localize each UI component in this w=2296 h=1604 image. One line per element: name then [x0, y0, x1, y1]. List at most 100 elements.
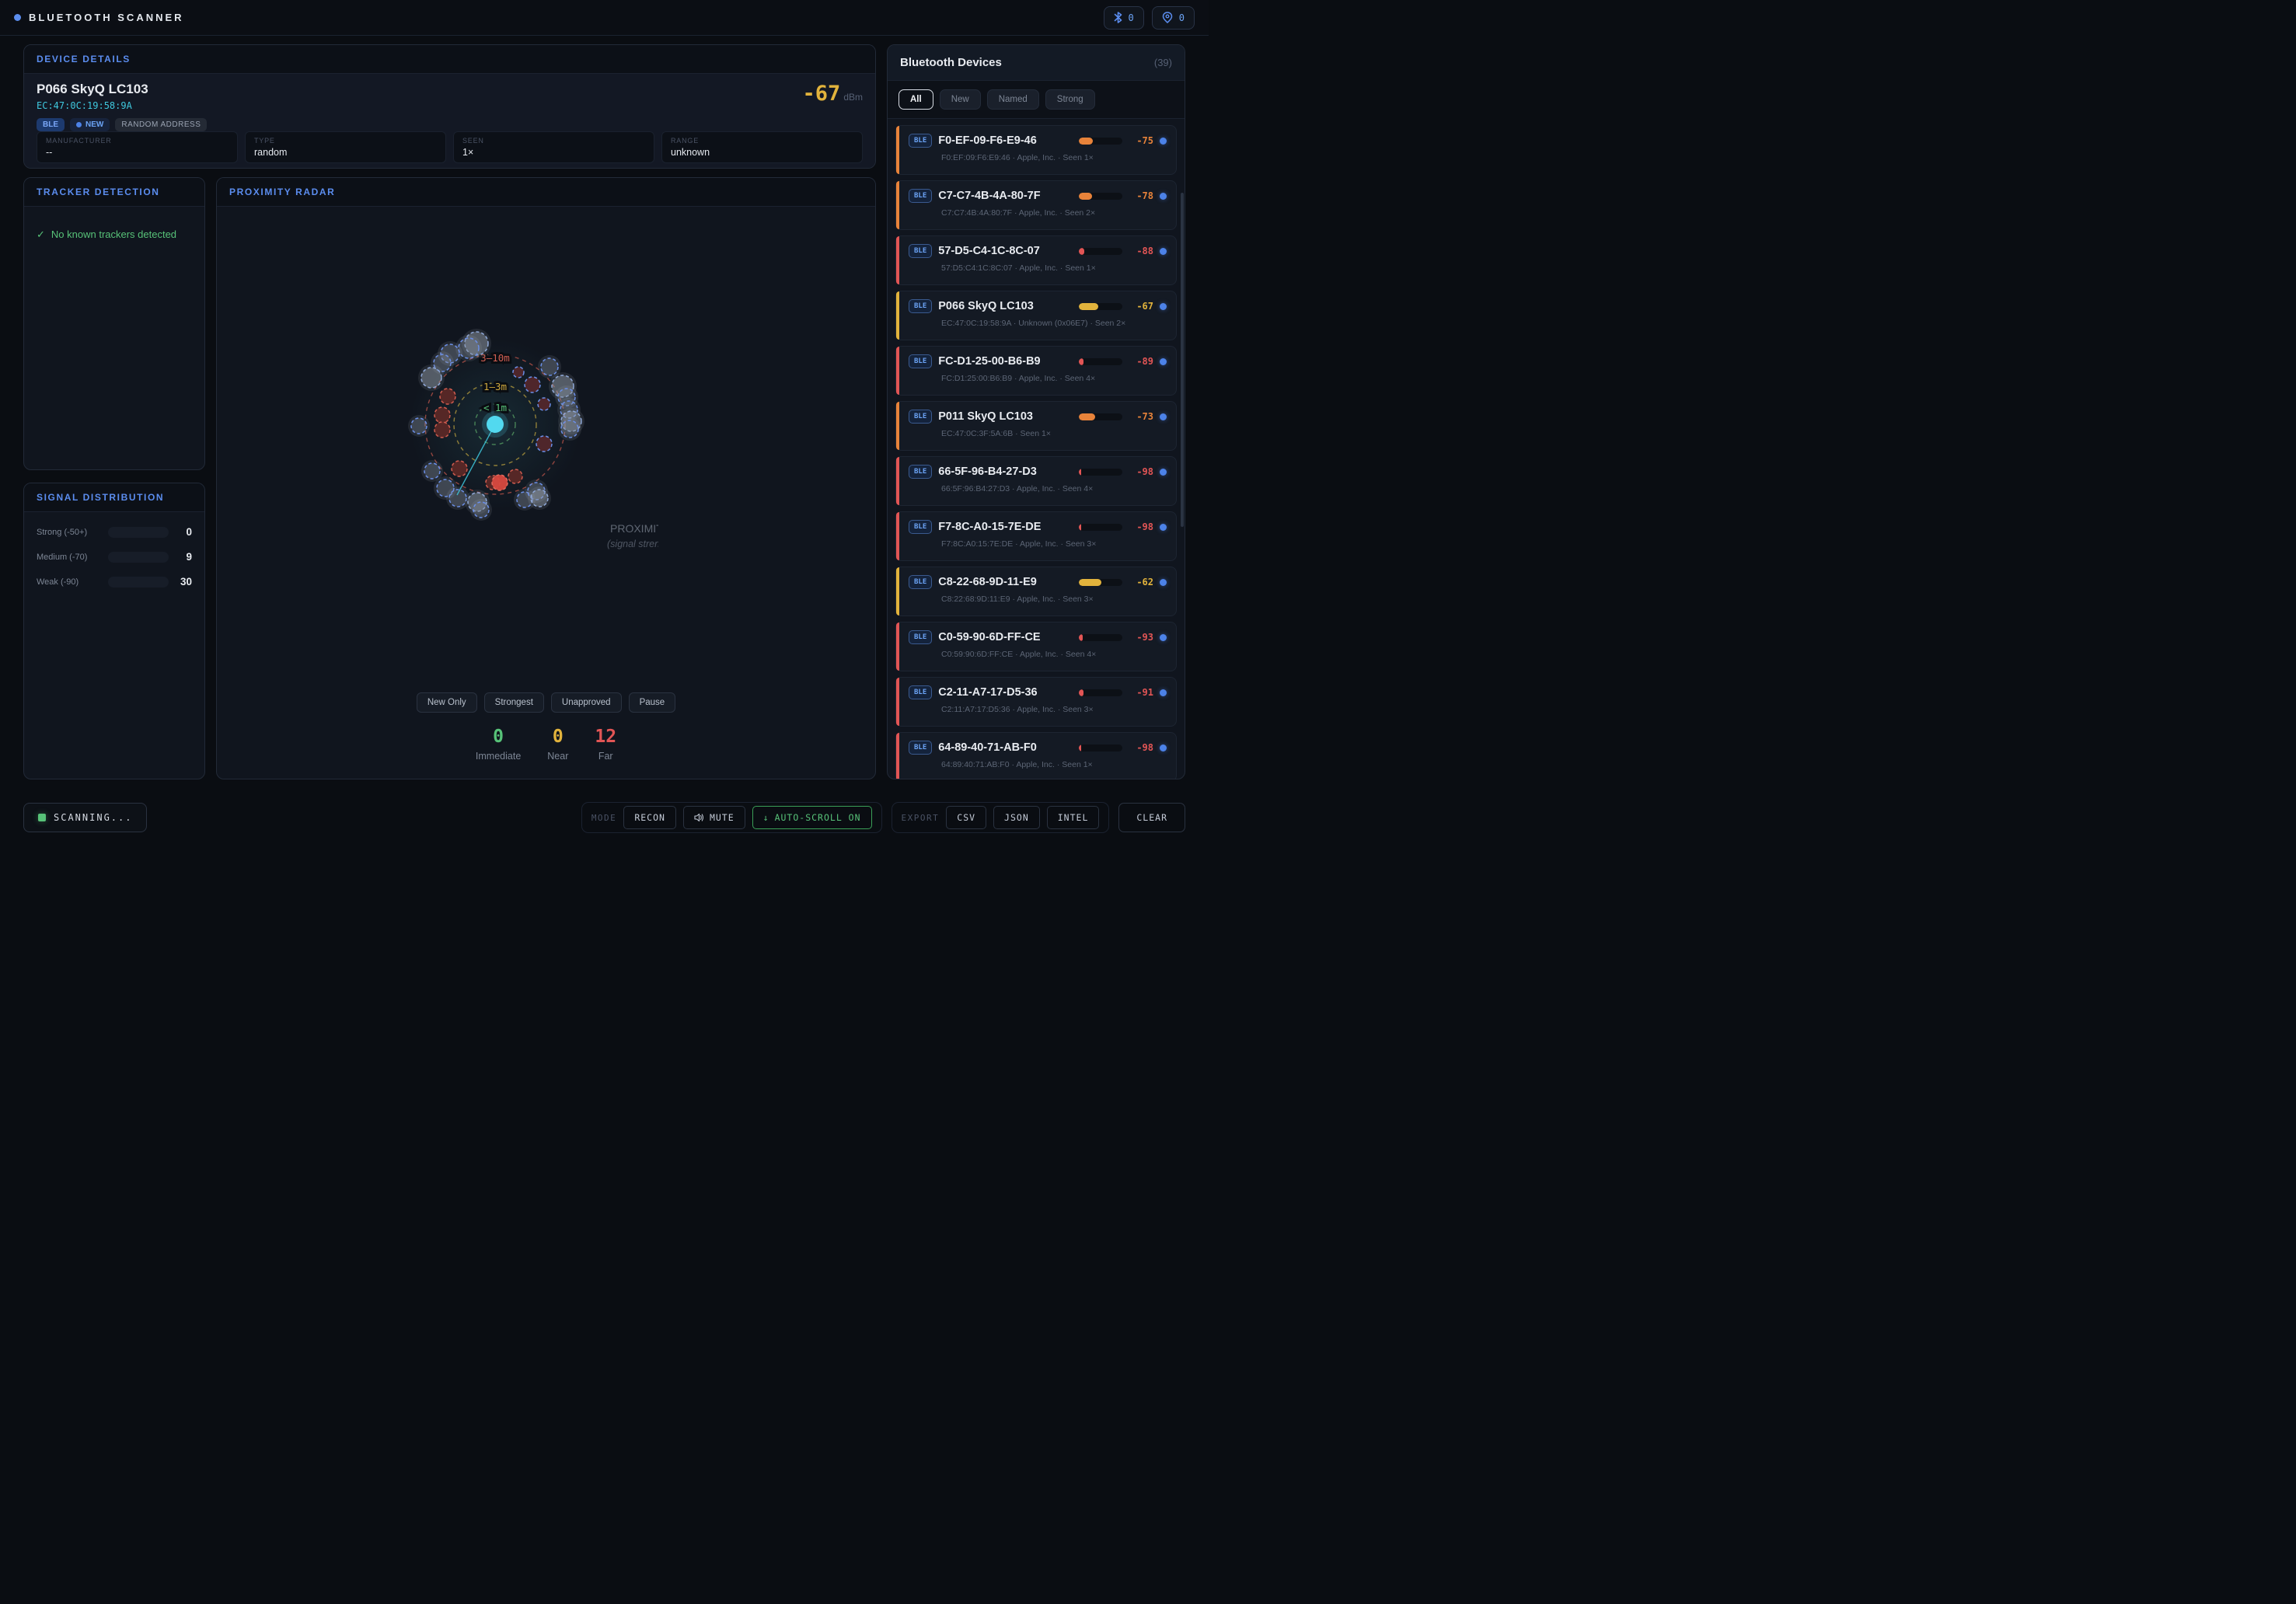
- proximity-radar-title: PROXIMITY RADAR: [217, 178, 875, 207]
- count-value: 0: [547, 727, 568, 747]
- export-label: EXPORT: [902, 813, 940, 823]
- radar-device-dot[interactable]: [449, 490, 466, 507]
- device-list-item[interactable]: BLEF7-8C-A0-15-7E-DE-98F7:8C:A0:15:7E:DE…: [895, 511, 1177, 561]
- radar-device-dot[interactable]: [452, 461, 467, 476]
- tab-strong[interactable]: Strong: [1045, 89, 1095, 110]
- radar-device-dot[interactable]: [411, 418, 427, 434]
- tab-all[interactable]: All: [899, 89, 933, 110]
- device-list-item[interactable]: BLEP011 SkyQ LC103-73EC:47:0C:3F:5A:6B ·…: [895, 401, 1177, 451]
- clear-button[interactable]: CLEAR: [1118, 803, 1185, 832]
- field-label: SEEN: [462, 137, 645, 145]
- signal-distribution-rows: Strong (-50+)0Medium (-70)9Weak (-90)30: [24, 512, 204, 602]
- device-list-item[interactable]: BLEF0-EF-09-F6-E9-46-75F0:EF:09:F6:E9:46…: [895, 125, 1177, 175]
- device-active-dot-icon: [1160, 689, 1167, 696]
- device-list-item[interactable]: BLEFC-D1-25-00-B6-B9-89FC:D1:25:00:B6:B9…: [895, 346, 1177, 396]
- radar-filter-strongest[interactable]: Strongest: [484, 692, 544, 713]
- device-row-main: BLEP011 SkyQ LC103-73: [909, 410, 1167, 424]
- device-signal-bar: [1079, 634, 1122, 641]
- radar-device-dot[interactable]: [513, 367, 524, 378]
- mode-recon-button[interactable]: RECON: [623, 806, 676, 829]
- radar-device-dot[interactable]: [536, 436, 552, 452]
- bluetooth-count-badge[interactable]: 0: [1104, 6, 1144, 30]
- device-row-main: BLEC0-59-90-6D-FF-CE-93: [909, 630, 1167, 644]
- device-name: C2-11-A7-17-D5-36: [938, 686, 1073, 699]
- tab-new[interactable]: New: [940, 89, 981, 110]
- device-name: P066 SkyQ LC103: [938, 300, 1073, 312]
- sidebar-title: Bluetooth Devices: [900, 56, 1002, 69]
- device-badge-new: NEW: [70, 118, 110, 131]
- device-accent-bar: [896, 622, 899, 671]
- device-active-dot-icon: [1160, 579, 1167, 586]
- device-signal-bar: [1079, 524, 1122, 531]
- device-list-item[interactable]: BLE64-89-40-71-AB-F0-9864:89:40:71:AB:F0…: [895, 732, 1177, 779]
- device-name: F7-8C-A0-15-7E-DE: [938, 521, 1073, 533]
- device-name: C8-22-68-9D-11-E9: [938, 576, 1073, 588]
- radar-watermark-sub: (signal strength): [607, 539, 658, 549]
- export-intel-button[interactable]: INTEL: [1047, 806, 1100, 829]
- radar-device-dot[interactable]: [421, 368, 441, 388]
- radar-filter-unapproved[interactable]: Unapproved: [551, 692, 622, 713]
- device-active-dot-icon: [1160, 524, 1167, 531]
- export-csv-button[interactable]: CSV: [946, 806, 986, 829]
- radar-plot[interactable]: < 1m1–3m3–10mPROXIMITY(signal strength): [332, 269, 658, 595]
- radar-device-dot[interactable]: [424, 463, 440, 479]
- gps-count-badge[interactable]: 0: [1152, 6, 1195, 30]
- radar-filter-new-only[interactable]: New Only: [417, 692, 477, 713]
- device-signal-bar: [1079, 248, 1122, 255]
- radar-filter-pause[interactable]: Pause: [629, 692, 676, 713]
- mute-button[interactable]: MUTE: [683, 806, 745, 829]
- field-label: TYPE: [254, 137, 437, 145]
- device-accent-bar: [896, 236, 899, 284]
- device-list-item[interactable]: BLEC0-59-90-6D-FF-CE-93C0:59:90:6D:FF:CE…: [895, 622, 1177, 671]
- count-label: Far: [595, 751, 616, 762]
- radar-device-dot[interactable]: [538, 398, 550, 410]
- device-rssi: -89: [1129, 356, 1153, 367]
- radar-device-dot[interactable]: [434, 407, 450, 423]
- radar-device-dot[interactable]: [508, 469, 522, 483]
- device-active-dot-icon: [1160, 193, 1167, 200]
- device-name: C0-59-90-6D-FF-CE: [938, 631, 1073, 643]
- proximity-count-far: 12Far: [595, 727, 616, 762]
- radar-device-dot[interactable]: [541, 358, 558, 375]
- device-list-item[interactable]: BLEC7-C7-4B-4A-80-7F-78C7:C7:4B:4A:80:7F…: [895, 180, 1177, 230]
- device-subtitle: F7:8C:A0:15:7E:DE · Apple, Inc. · Seen 3…: [941, 539, 1167, 549]
- field-value: random: [254, 147, 437, 158]
- status-dot: [14, 14, 21, 21]
- signal-row-label: Medium (-70): [37, 553, 108, 562]
- device-name: C7-C7-4B-4A-80-7F: [938, 190, 1073, 202]
- radar-device-dot[interactable]: [440, 389, 455, 404]
- ble-badge: BLE: [909, 134, 932, 148]
- radar-device-dot[interactable]: [434, 422, 450, 438]
- device-rssi: -62: [1129, 577, 1153, 588]
- device-signal-bar-fill: [1079, 193, 1092, 200]
- device-list-item[interactable]: BLEP066 SkyQ LC103-67EC:47:0C:19:58:9A ·…: [895, 291, 1177, 340]
- radar-device-dot[interactable]: [525, 377, 540, 392]
- new-dot-icon: [76, 122, 82, 127]
- count-label: Near: [547, 751, 568, 762]
- tab-named[interactable]: Named: [987, 89, 1039, 110]
- device-signal-bar-fill: [1079, 744, 1081, 751]
- device-list-item[interactable]: BLE57-D5-C4-1C-8C-07-8857:D5:C4:1C:8C:07…: [895, 235, 1177, 285]
- radar-device-dot[interactable]: [492, 475, 508, 490]
- radar-device-dot[interactable]: [473, 502, 489, 518]
- device-signal-bar-fill: [1079, 524, 1081, 531]
- count-label: Immediate: [476, 751, 521, 762]
- export-json-button[interactable]: JSON: [993, 806, 1040, 829]
- device-row-main: BLE66-5F-96-B4-27-D3-98: [909, 465, 1167, 479]
- device-rssi: -78: [1129, 190, 1153, 201]
- check-icon: ✓: [37, 228, 45, 241]
- device-list-item[interactable]: BLE66-5F-96-B4-27-D3-9866:5F:96:B4:27:D3…: [895, 456, 1177, 506]
- count-value: 0: [476, 727, 521, 747]
- radar-device-dot[interactable]: [531, 490, 548, 507]
- ble-badge: BLE: [909, 189, 932, 203]
- radar-device-dot[interactable]: [561, 420, 578, 438]
- device-list-item[interactable]: BLEC2-11-A7-17-D5-36-91C2:11:A7:17:D5:36…: [895, 677, 1177, 727]
- ble-badge: BLE: [909, 741, 932, 755]
- auto-scroll-toggle[interactable]: ↓ AUTO-SCROLL ON: [752, 806, 872, 829]
- scrollbar-thumb[interactable]: [1181, 193, 1184, 527]
- device-list-item[interactable]: BLEC8-22-68-9D-11-E9-62C8:22:68:9D:11:E9…: [895, 567, 1177, 616]
- device-active-dot-icon: [1160, 744, 1167, 751]
- device-rssi: -98: [1129, 521, 1153, 532]
- signal-distribution-title: SIGNAL DISTRIBUTION: [24, 483, 204, 512]
- device-subtitle: F0:EF:09:F6:E9:46 · Apple, Inc. · Seen 1…: [941, 153, 1167, 162]
